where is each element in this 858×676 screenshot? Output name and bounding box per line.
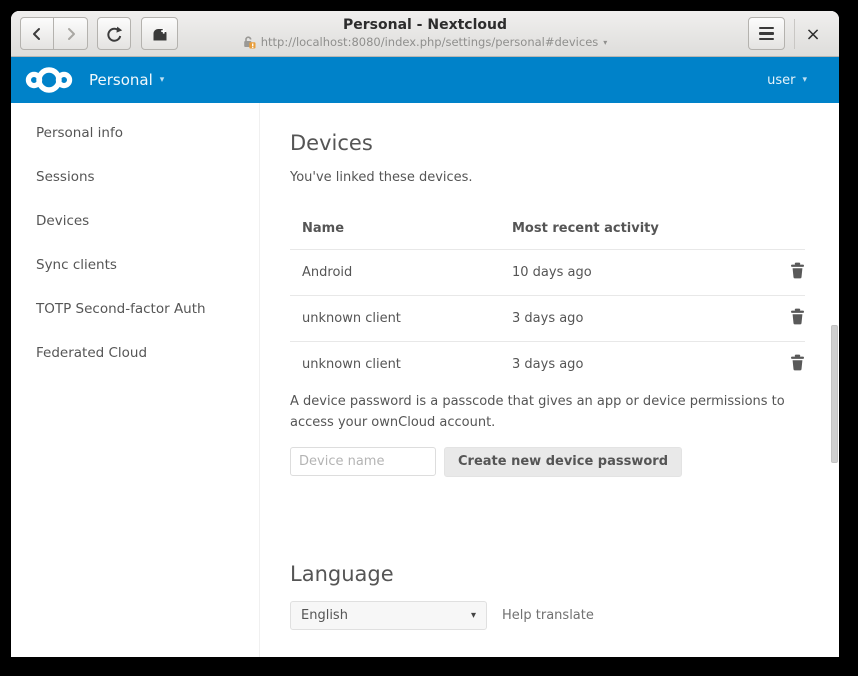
- devices-heading: Devices: [290, 131, 839, 155]
- insecure-lock-icon: [243, 36, 256, 49]
- app-menu-label: Personal: [89, 71, 153, 89]
- reload-button[interactable]: [97, 17, 131, 50]
- scrollbar-thumb[interactable]: [831, 325, 838, 463]
- devices-table: Name Most recent activity Android 10 day…: [290, 213, 805, 387]
- url-caret-icon[interactable]: ▾: [603, 38, 607, 47]
- app-menu[interactable]: Personal ▾: [89, 71, 164, 89]
- new-tab-icon: [151, 26, 169, 42]
- devices-subheading: You've linked these devices.: [290, 170, 839, 185]
- window-title: Personal - Nextcloud: [195, 16, 655, 34]
- nextcloud-logo-icon: [25, 65, 73, 95]
- sidebar-item-federated-cloud[interactable]: Federated Cloud: [11, 331, 259, 375]
- back-button[interactable]: [20, 17, 54, 50]
- sidebar-item-sessions[interactable]: Sessions: [11, 155, 259, 199]
- page-body: Personal info Sessions Devices Sync clie…: [11, 103, 839, 657]
- language-row: English ▾ Help translate: [290, 601, 839, 630]
- language-heading: Language: [290, 562, 839, 586]
- settings-content: Devices You've linked these devices. Nam…: [260, 103, 839, 657]
- table-row: unknown client 3 days ago: [290, 296, 805, 342]
- device-name: Android: [290, 250, 500, 296]
- column-header-actions: [755, 213, 805, 250]
- forward-icon: [62, 25, 80, 43]
- sidebar-item-sync-clients[interactable]: Sync clients: [11, 243, 259, 287]
- user-menu-caret-icon: ▾: [802, 75, 807, 85]
- table-row: Android 10 days ago: [290, 250, 805, 296]
- trash-icon: [790, 354, 805, 371]
- device-activity: 3 days ago: [500, 342, 755, 388]
- user-menu[interactable]: user ▾: [767, 73, 807, 88]
- device-password-hint: A device password is a passcode that giv…: [290, 392, 800, 434]
- column-header-activity: Most recent activity: [500, 213, 755, 250]
- reload-icon: [105, 25, 123, 43]
- title-block: Personal - Nextcloud http://localhost:80…: [195, 16, 655, 49]
- device-name: unknown client: [290, 296, 500, 342]
- trash-icon: [790, 262, 805, 279]
- trash-icon: [790, 308, 805, 325]
- dropdown-caret-icon: ▾: [471, 610, 476, 621]
- back-icon: [28, 25, 46, 43]
- column-header-name: Name: [290, 213, 500, 250]
- delete-device-button[interactable]: [790, 354, 805, 375]
- device-name: unknown client: [290, 342, 500, 388]
- menu-button[interactable]: [748, 17, 785, 50]
- url-bar[interactable]: http://localhost:8080/index.php/settings…: [195, 35, 655, 49]
- close-button[interactable]: ×: [800, 21, 826, 47]
- nextcloud-header: Personal ▾ user ▾: [11, 57, 839, 103]
- device-password-form: Create new device password: [290, 447, 839, 477]
- sidebar-item-devices[interactable]: Devices: [11, 199, 259, 243]
- hamburger-icon: [759, 27, 774, 41]
- sidebar-item-totp[interactable]: TOTP Second-factor Auth: [11, 287, 259, 331]
- device-activity: 10 days ago: [500, 250, 755, 296]
- device-activity: 3 days ago: [500, 296, 755, 342]
- delete-device-button[interactable]: [790, 308, 805, 329]
- url-text: http://localhost:8080/index.php/settings…: [261, 35, 599, 49]
- forward-button[interactable]: [54, 17, 88, 50]
- browser-window: Personal - Nextcloud http://localhost:80…: [11, 11, 839, 657]
- titlebar: Personal - Nextcloud http://localhost:80…: [11, 11, 839, 57]
- nav-button-group: [20, 17, 88, 50]
- titlebar-separator: [794, 19, 795, 49]
- settings-sidebar: Personal info Sessions Devices Sync clie…: [11, 103, 260, 657]
- table-row: unknown client 3 days ago: [290, 342, 805, 388]
- device-name-input[interactable]: [290, 447, 436, 476]
- user-menu-label: user: [767, 73, 795, 88]
- language-selected-value: English: [301, 608, 348, 623]
- app-menu-caret-icon: ▾: [160, 75, 165, 85]
- delete-device-button[interactable]: [790, 262, 805, 283]
- sidebar-item-personal-info[interactable]: Personal info: [11, 111, 259, 155]
- language-select[interactable]: English ▾: [290, 601, 487, 630]
- create-device-password-button[interactable]: Create new device password: [444, 447, 682, 477]
- help-translate-link[interactable]: Help translate: [502, 608, 594, 623]
- new-tab-button[interactable]: [141, 17, 178, 50]
